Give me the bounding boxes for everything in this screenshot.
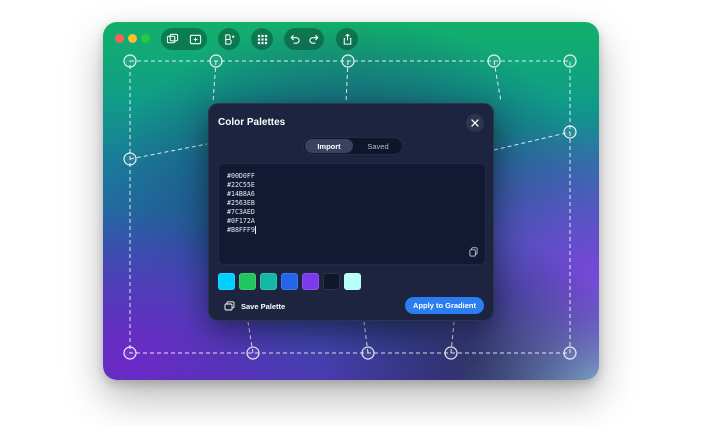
mesh-control-point[interactable] [246,346,260,360]
hex-line: #00D0FF [227,172,255,180]
save-palette-icon [224,301,235,311]
color-swatch[interactable] [260,273,277,290]
hex-code-list: #00D0FF #22C55E #14B8A6 #2563EB #7C3AED … [227,172,256,235]
hex-input-editor[interactable]: #00D0FF #22C55E #14B8A6 #2563EB #7C3AED … [218,163,486,265]
apply-to-gradient-button[interactable]: Apply to Gradient [405,297,484,314]
mesh-line [129,143,208,160]
hex-line: #B8FFF9 [227,226,255,234]
mesh-control-point[interactable] [361,346,375,360]
window-tools-group [161,28,207,50]
close-icon [471,119,479,127]
hex-line-last: #B8FFF9 [227,226,256,235]
copy-icon[interactable] [469,247,478,257]
color-swatch[interactable] [323,273,340,290]
color-swatch[interactable] [281,273,298,290]
tab-saved[interactable]: Saved [354,139,402,153]
color-palettes-dialog: Color Palettes Import Saved #00D0FF #22C… [208,103,494,321]
mesh-control-point[interactable] [123,346,137,360]
share-group [336,28,358,50]
mesh-line [493,131,571,151]
palette-button[interactable] [219,29,239,49]
hex-line: #22C55E [227,181,255,189]
mesh-control-point[interactable] [123,54,137,68]
window-add-icon [189,34,202,44]
palette-swatches [218,273,361,290]
save-palette-button[interactable]: Save Palette [220,297,289,315]
mesh-control-point[interactable] [209,54,223,68]
mesh-control-point[interactable] [563,346,577,360]
share-icon [343,33,351,45]
hex-line: #0F172A [227,217,255,225]
redo-icon [308,34,319,44]
hex-line: #14B8A6 [227,190,255,198]
grid-button[interactable] [252,29,272,49]
color-swatch[interactable] [218,273,235,290]
redo-button[interactable] [304,29,324,49]
palette-icon [224,33,234,45]
hex-line: #7C3AED [227,208,255,216]
color-swatch[interactable] [239,273,256,290]
grid-tool-group [251,28,273,50]
window-stack-icon [166,33,179,43]
undo-button[interactable] [284,29,304,49]
dialog-title: Color Palettes [218,117,286,128]
color-swatch[interactable] [302,273,319,290]
history-group [284,28,324,50]
grid-icon [257,34,267,44]
mesh-control-point[interactable] [563,54,577,68]
mesh-control-point[interactable] [563,125,577,139]
text-caret [254,226,256,234]
tab-import[interactable]: Import [305,139,353,153]
save-palette-label: Save Palette [241,301,286,311]
close-window-button[interactable] [115,34,124,43]
minimize-window-button[interactable] [128,34,137,43]
close-dialog-button[interactable] [466,114,484,132]
mesh-control-point[interactable] [487,54,501,68]
mesh-control-point[interactable] [123,152,137,166]
color-swatch[interactable] [344,273,361,290]
hex-line: #2563EB [227,199,255,207]
share-button[interactable] [337,29,357,49]
toolbar [103,22,599,56]
zoom-window-button[interactable] [141,34,150,43]
window-add-button[interactable] [186,29,206,49]
palette-tab-switcher: Import Saved [303,137,403,155]
window-stack-button[interactable] [163,29,183,49]
palette-tool-group [218,28,240,50]
mesh-control-point[interactable] [444,346,458,360]
undo-icon [289,34,300,44]
mesh-control-point[interactable] [341,54,355,68]
